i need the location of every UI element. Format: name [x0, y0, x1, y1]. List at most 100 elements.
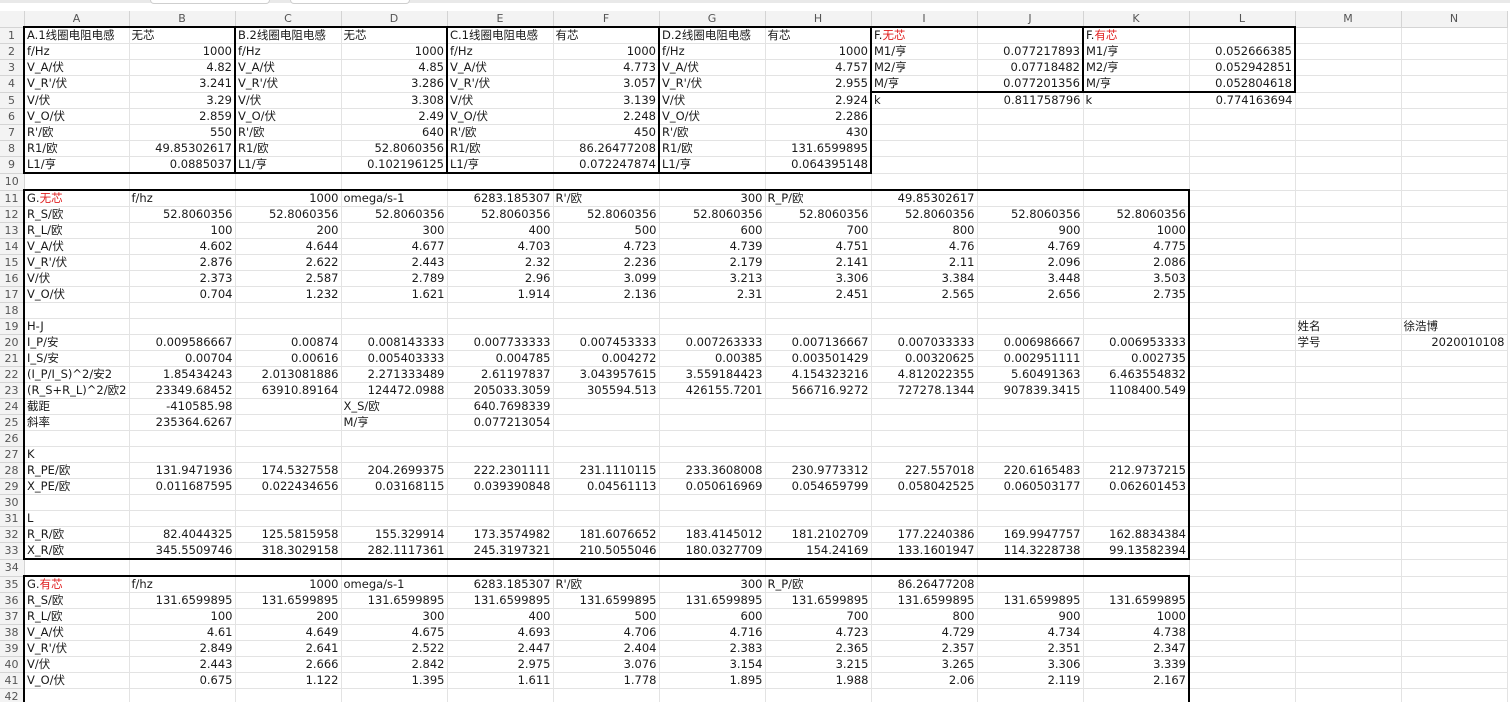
- cell-E23[interactable]: 205033.3059: [447, 382, 554, 399]
- cell-B14[interactable]: 4.602: [129, 238, 236, 255]
- cell-M40[interactable]: [1295, 656, 1402, 673]
- cell-D23[interactable]: 124472.0988: [341, 382, 448, 399]
- cell-K27[interactable]: [1083, 446, 1190, 463]
- cell-G40[interactable]: 3.154: [659, 656, 766, 673]
- cell-N34[interactable]: [1401, 559, 1508, 577]
- cell-A10[interactable]: [24, 173, 130, 191]
- cell-E9[interactable]: L1/亨: [446, 156, 554, 174]
- row-header[interactable]: 36: [0, 592, 25, 609]
- cell-D22[interactable]: 2.271333489: [341, 366, 448, 383]
- cell-H27[interactable]: [765, 446, 872, 463]
- select-all-corner[interactable]: [0, 11, 25, 28]
- cell-J17[interactable]: 2.656: [977, 286, 1084, 303]
- cell-I38[interactable]: 4.729: [871, 624, 978, 641]
- cell-E24[interactable]: 640.7698339: [447, 398, 554, 415]
- cell-K4[interactable]: M/亨: [1082, 75, 1190, 93]
- cell-C26[interactable]: [235, 430, 342, 447]
- cell-K35[interactable]: [1083, 575, 1190, 593]
- cell-M10[interactable]: [1295, 173, 1402, 191]
- cell-D40[interactable]: 2.842: [341, 656, 448, 673]
- cell-J28[interactable]: 220.6165483: [977, 462, 1084, 479]
- cell-E32[interactable]: 173.3574982: [447, 526, 554, 543]
- cell-A35[interactable]: G.有芯: [23, 575, 130, 593]
- cell-F17[interactable]: 2.136: [553, 286, 660, 303]
- cell-J36[interactable]: 131.6599895: [977, 592, 1084, 609]
- cell-L20[interactable]: [1189, 334, 1296, 351]
- cell-M11[interactable]: [1295, 190, 1402, 207]
- column-header-I[interactable]: I: [871, 11, 978, 28]
- cell-C8[interactable]: R1/欧: [234, 140, 342, 157]
- cell-L41[interactable]: [1189, 672, 1296, 689]
- cell-B13[interactable]: 100: [129, 222, 236, 239]
- row-header[interactable]: 39: [0, 640, 25, 657]
- cell-J33[interactable]: 114.3228738: [977, 542, 1084, 560]
- cell-B23[interactable]: 23349.68452: [129, 382, 236, 399]
- cell-F23[interactable]: 305594.513: [553, 382, 660, 399]
- cell-A30[interactable]: [23, 494, 130, 511]
- column-header-H[interactable]: H: [765, 11, 872, 28]
- cell-H25[interactable]: [765, 414, 872, 431]
- cell-A17[interactable]: V_O/伏: [23, 286, 130, 303]
- cell-L10[interactable]: [1189, 173, 1296, 191]
- cell-G37[interactable]: 600: [659, 608, 766, 625]
- cell-M37[interactable]: [1295, 608, 1402, 625]
- cell-K13[interactable]: 1000: [1083, 222, 1190, 239]
- cell-L4[interactable]: 0.052804618: [1189, 75, 1296, 93]
- cell-I3[interactable]: M2/亨: [870, 59, 978, 76]
- row-header[interactable]: 23: [0, 382, 25, 399]
- cell-N39[interactable]: [1401, 640, 1508, 657]
- row-header[interactable]: 32: [0, 526, 25, 543]
- cell-B30[interactable]: [129, 494, 236, 511]
- cell-E13[interactable]: 400: [447, 222, 554, 239]
- cell-L28[interactable]: [1189, 462, 1296, 479]
- cell-I11[interactable]: 49.85302617: [871, 189, 978, 207]
- cell-C24[interactable]: [235, 398, 342, 415]
- cell-G35[interactable]: 300: [659, 575, 766, 593]
- cell-L7[interactable]: [1189, 124, 1296, 141]
- cell-F2[interactable]: 1000: [553, 43, 660, 60]
- cell-B25[interactable]: 235364.6267: [129, 414, 236, 431]
- cell-G26[interactable]: [659, 430, 766, 447]
- cell-J31[interactable]: [977, 510, 1084, 527]
- cell-M4[interactable]: [1295, 75, 1402, 93]
- cell-B10[interactable]: [129, 173, 236, 191]
- cell-H36[interactable]: 131.6599895: [765, 592, 872, 609]
- cell-I30[interactable]: [871, 494, 978, 511]
- cell-B35[interactable]: f/hz: [129, 575, 236, 593]
- cell-A19[interactable]: H-J: [23, 318, 130, 335]
- cell-E34[interactable]: [447, 559, 554, 577]
- cell-M36[interactable]: [1295, 592, 1402, 609]
- cell-G11[interactable]: 300: [659, 189, 766, 207]
- cell-B41[interactable]: 0.675: [129, 672, 236, 689]
- column-header-M[interactable]: M: [1295, 11, 1402, 28]
- cell-M13[interactable]: [1295, 222, 1402, 239]
- row-header[interactable]: 35: [0, 576, 25, 593]
- cell-D7[interactable]: 640: [341, 124, 448, 141]
- cell-J29[interactable]: 0.060503177: [977, 478, 1084, 495]
- cell-K30[interactable]: [1083, 494, 1190, 511]
- cell-N36[interactable]: [1401, 592, 1508, 609]
- cell-G22[interactable]: 3.559184423: [659, 366, 766, 383]
- cell-B4[interactable]: 3.241: [129, 75, 236, 93]
- cell-I29[interactable]: 0.058042525: [871, 478, 978, 495]
- cell-L33[interactable]: [1189, 542, 1296, 560]
- cell-A38[interactable]: V_A/伏: [23, 624, 130, 641]
- cell-J8[interactable]: [977, 140, 1084, 157]
- cell-J13[interactable]: 900: [977, 222, 1084, 239]
- cell-I37[interactable]: 800: [871, 608, 978, 625]
- cell-M23[interactable]: [1295, 382, 1402, 399]
- cell-N5[interactable]: [1401, 92, 1508, 109]
- cell-M20[interactable]: 学号: [1295, 334, 1402, 351]
- cell-J9[interactable]: [977, 156, 1084, 174]
- cell-M26[interactable]: [1295, 430, 1402, 447]
- column-header-D[interactable]: D: [341, 11, 448, 28]
- cell-J22[interactable]: 5.60491363: [977, 366, 1084, 383]
- cell-G19[interactable]: [659, 318, 766, 335]
- cell-M27[interactable]: [1295, 446, 1402, 463]
- cell-G15[interactable]: 2.179: [659, 254, 766, 271]
- cell-E14[interactable]: 4.703: [447, 238, 554, 255]
- cell-H29[interactable]: 0.054659799: [765, 478, 872, 495]
- cell-E12[interactable]: 52.8060356: [447, 206, 554, 223]
- cell-I4[interactable]: M/亨: [870, 75, 978, 93]
- cell-L42[interactable]: [1189, 688, 1296, 702]
